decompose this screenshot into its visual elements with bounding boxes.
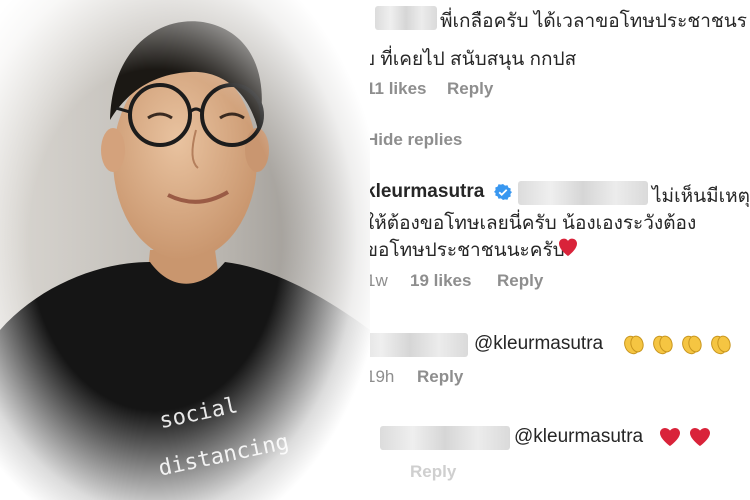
comment-text-line: พี่เกลือครับ ได้เวลาขอโทษประชาชนร bbox=[440, 11, 747, 32]
reply-text-line: ไม่เห็นมีเหตุ bbox=[652, 186, 750, 207]
hide-replies-button[interactable]: Hide replies bbox=[366, 130, 462, 150]
heart-emoji-icon bbox=[557, 236, 579, 258]
likes-count[interactable]: 19 likes bbox=[410, 271, 471, 291]
heart-emoji-icon bbox=[658, 425, 714, 449]
blurred-username bbox=[380, 426, 510, 450]
reply-age: 19h bbox=[366, 367, 395, 386]
mention-link[interactable]: @kleurmasutra bbox=[514, 426, 643, 448]
likes-count[interactable]: 11 likes bbox=[366, 79, 427, 99]
mention-link[interactable]: @kleurmasutra bbox=[474, 333, 603, 355]
reply-button[interactable]: Reply bbox=[417, 367, 463, 387]
reply-button[interactable]: Reply bbox=[497, 271, 543, 291]
comment-text-line: ครับ ที่เคยไป สนับสนุน กกปส bbox=[340, 49, 577, 70]
reply-text-line: ให้ต้องขอโทษเลยนี่ครับ น้องเองระวังต้อง bbox=[365, 213, 697, 234]
person-photo: social distancing bbox=[0, 0, 370, 500]
clapping-hands-icon bbox=[620, 330, 735, 356]
blurred-username bbox=[375, 6, 437, 30]
reply-button[interactable]: Reply bbox=[410, 462, 456, 482]
reply-username[interactable]: kleurmasutra bbox=[365, 181, 484, 203]
reply-button[interactable]: Reply bbox=[447, 79, 493, 99]
blurred-mention bbox=[518, 181, 648, 205]
verified-badge-icon bbox=[494, 183, 512, 201]
reply-text-line: ขอโทษประชาชนนะครับ bbox=[365, 240, 565, 261]
